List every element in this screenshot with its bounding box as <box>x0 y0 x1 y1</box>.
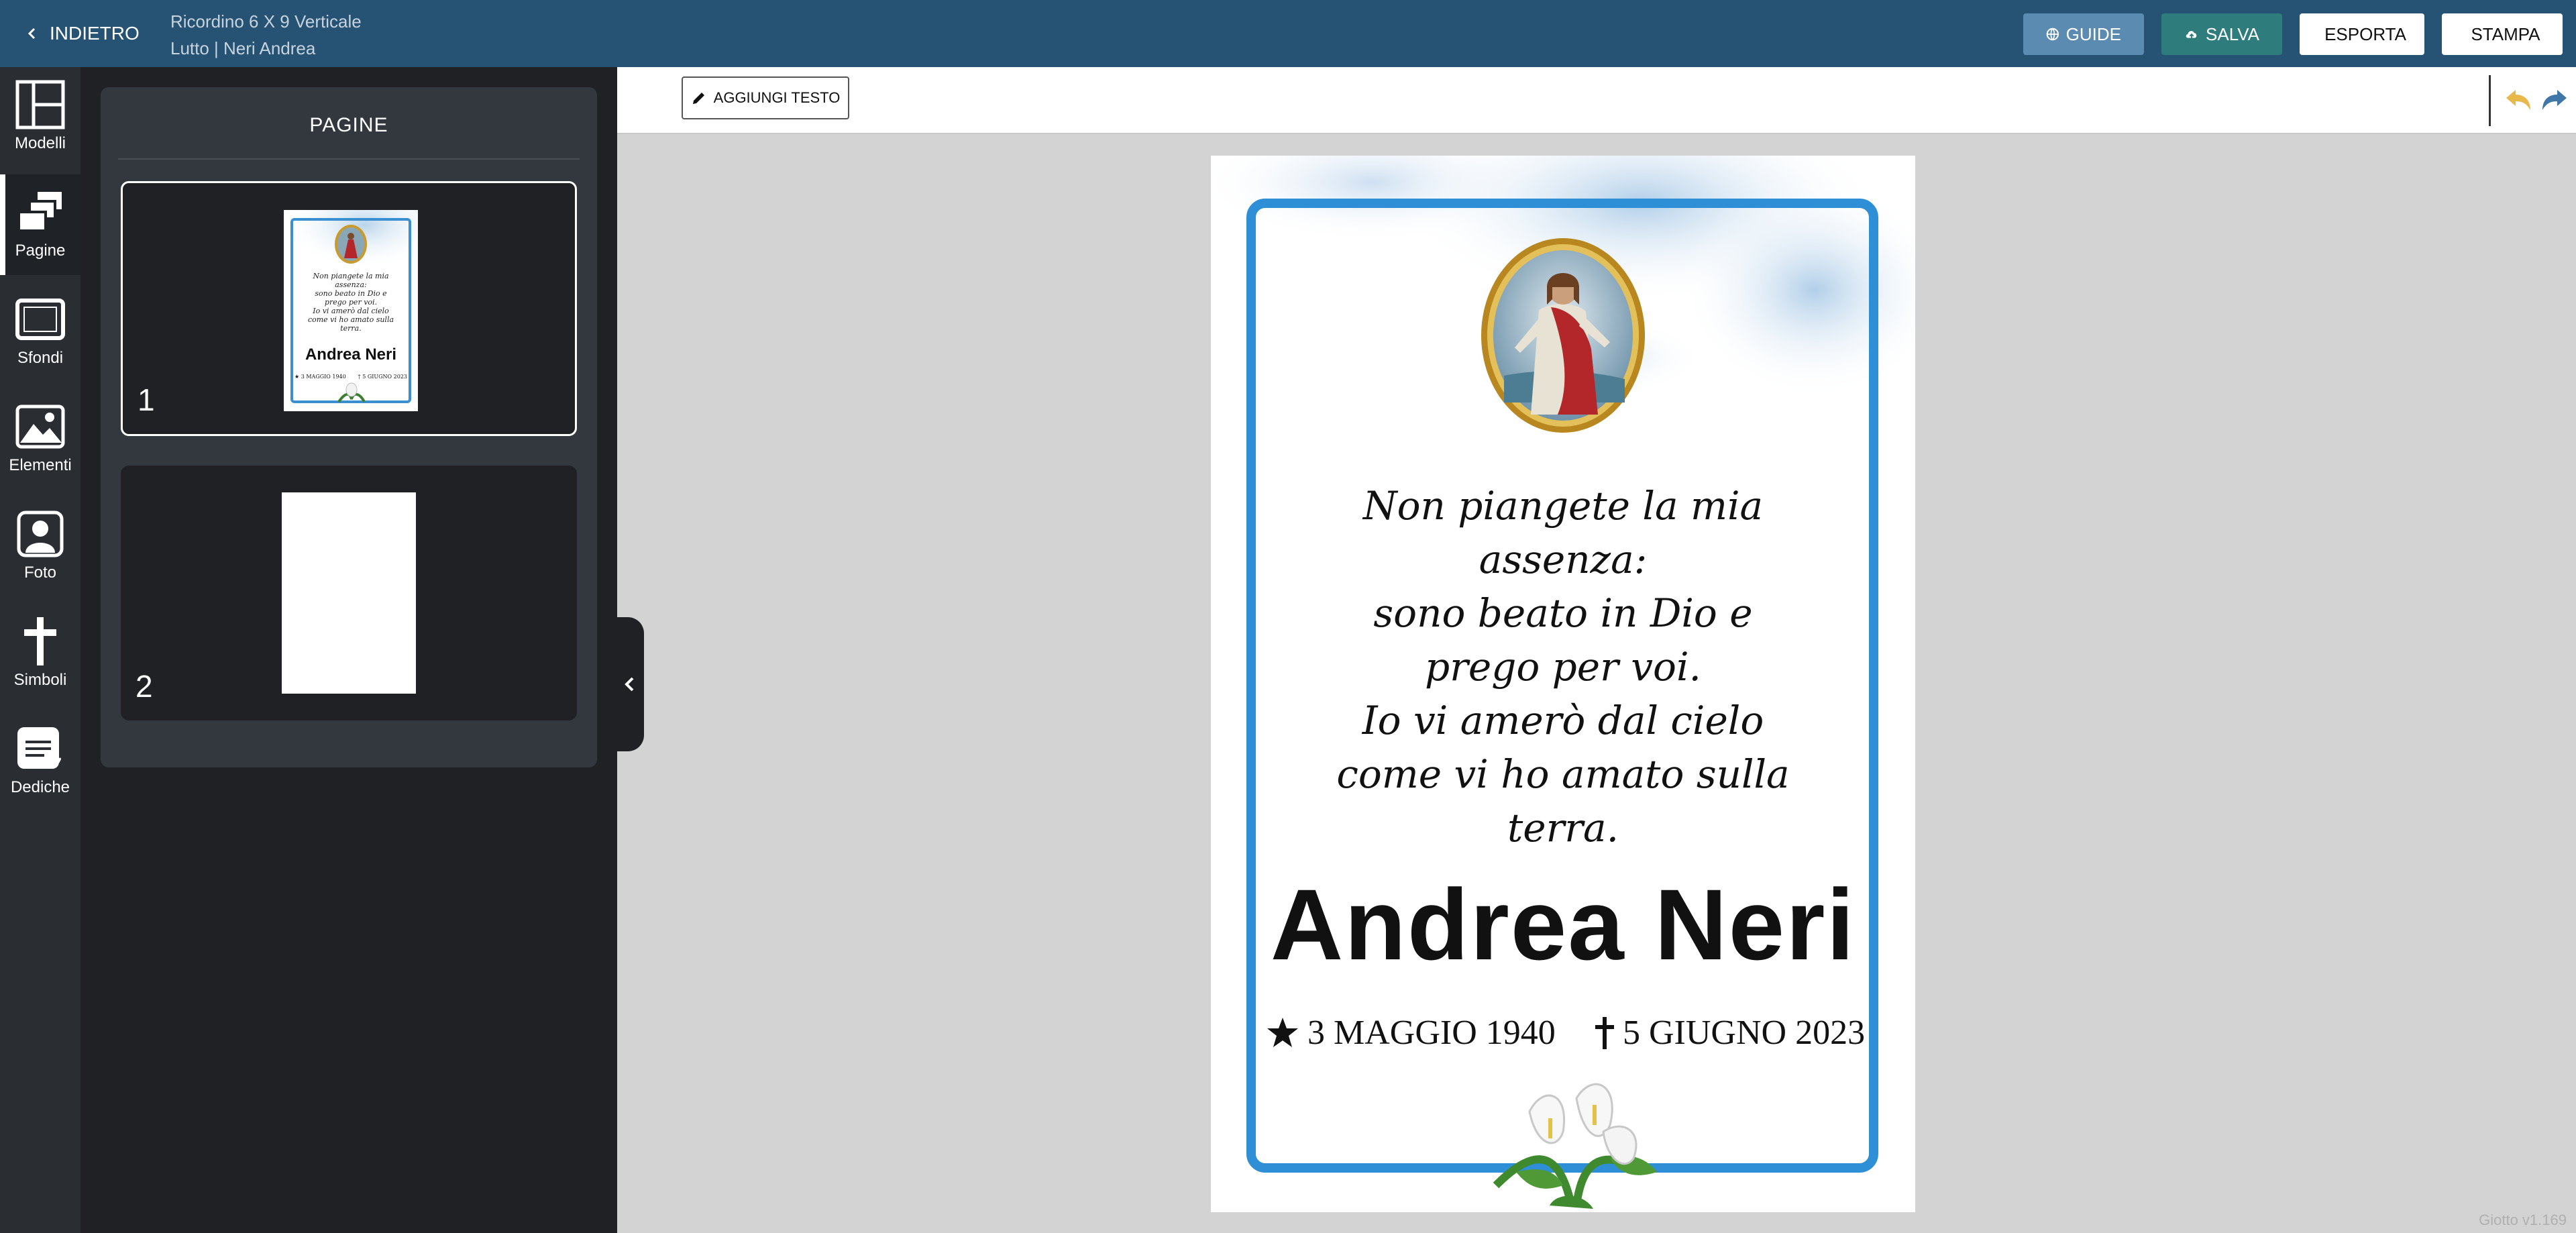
print-label: STAMPA <box>2471 23 2540 44</box>
star-icon <box>1267 1017 1298 1047</box>
rail-item-foto[interactable]: Foto <box>0 496 80 597</box>
verse-line: assenza: <box>1479 537 1648 582</box>
rail-label: Simboli <box>13 671 67 689</box>
version-label: Giotto v1.169 <box>2479 1212 2567 1228</box>
add-text-label: AGGIUNGI TESTO <box>713 89 841 106</box>
page-preview <box>282 492 416 694</box>
backgrounds-icon <box>15 299 65 340</box>
document-title: Ricordino 6 X 9 Verticale <box>170 11 362 32</box>
jesus-portrait[interactable] <box>1477 235 1649 436</box>
cloud-upload-icon <box>2186 31 2197 40</box>
toolbar-divider <box>2489 75 2491 126</box>
dedication-text[interactable]: Non piangete la mia assenza: sono beato … <box>1332 479 1794 855</box>
rail-item-pagine[interactable]: Pagine <box>0 174 80 275</box>
collapse-panel-button[interactable] <box>616 617 644 751</box>
page-number: 2 <box>136 669 153 704</box>
svg-text:”: ” <box>52 755 63 774</box>
document-info: Ricordino 6 X 9 Verticale Lutto | Neri A… <box>170 8 362 62</box>
cross-icon <box>24 617 56 665</box>
verse-line: Non piangete la mia <box>1362 483 1764 529</box>
panel-title: PAGINE <box>309 114 388 136</box>
export-button[interactable]: ESPORTA <box>2300 13 2424 55</box>
rail-label: Sfondi <box>17 349 64 367</box>
rail-label: Modelli <box>14 134 66 152</box>
jesus-portrait <box>335 225 367 264</box>
rail-item-modelli[interactable]: Modelli <box>0 67 80 168</box>
verse-line: Io vi amerò dal cielo <box>1362 698 1764 743</box>
rail-label: Pagine <box>15 242 66 260</box>
verse-line: terra. <box>1507 805 1619 851</box>
death-date[interactable]: 5 GIUGNO 2023 <box>1593 1013 1865 1053</box>
birth-date-text: 3 MAGGIO 1940 <box>1307 1014 1556 1052</box>
top-bar: INDIETRO Ricordino 6 X 9 Verticale Lutto… <box>0 0 2576 67</box>
thumb-name: Andrea Neri <box>305 345 397 364</box>
verse-line: prego per voi. <box>1425 644 1701 690</box>
pages-icon <box>17 192 62 232</box>
back-button[interactable]: INDIETRO <box>25 20 140 47</box>
undo-icon[interactable] <box>2504 86 2533 115</box>
guide-label: GUIDE <box>2065 23 2121 44</box>
divider <box>118 158 580 160</box>
save-button[interactable]: SALVA <box>2161 13 2282 55</box>
rail-label: Elementi <box>9 456 72 474</box>
death-date-text: 5 GIUGNO 2023 <box>1623 1014 1866 1052</box>
pages-panel: PAGINE Non piangete la mia assenza: sono… <box>101 87 597 767</box>
thumb-verse: Non piangete la mia assenza: sono beato … <box>307 272 394 333</box>
back-label: INDIETRO <box>50 23 140 44</box>
design-canvas-page[interactable]: Non piangete la mia assenza: sono beato … <box>1211 156 1915 1212</box>
person-icon <box>17 511 64 557</box>
chevron-left-icon <box>625 677 634 692</box>
chevron-left-icon <box>28 28 36 40</box>
templates-icon <box>15 80 65 129</box>
image-icon <box>15 405 65 449</box>
guide-button[interactable]: GUIDE <box>2023 13 2144 55</box>
rail-label: Dediche <box>10 778 70 796</box>
pencil-icon <box>692 93 704 104</box>
rail-item-sfondi[interactable]: Sfondi <box>0 282 80 382</box>
verse-line: come vi ho amato sulla <box>1336 751 1790 797</box>
page-thumbnail-2[interactable]: 2 <box>121 466 577 720</box>
editor-toolbar: AGGIUNGI TESTO <box>617 67 2576 134</box>
redo-icon[interactable] <box>2540 86 2569 115</box>
export-label: ESPORTA <box>2324 23 2406 44</box>
page-number: 1 <box>138 382 155 417</box>
birth-date[interactable]: 3 MAGGIO 1940 <box>1266 1013 1556 1053</box>
page-thumbnail-1[interactable]: Non piangete la mia assenza: sono beato … <box>121 181 577 436</box>
rail-item-elementi[interactable]: Elementi <box>0 389 80 490</box>
tool-rail: Modelli Pagine Sfondi Elementi Foto Simb… <box>0 67 80 1233</box>
rail-label: Foto <box>23 564 57 582</box>
top-actions: GUIDE SALVA ESPORTA STAMPA <box>2023 13 2563 55</box>
add-text-button[interactable]: AGGIUNGI TESTO <box>682 76 849 119</box>
rail-item-dediche[interactable]: ” Dediche <box>0 711 80 812</box>
thumb-dates: ★ 3 MAGGIO 1940 † 5 GIUGNO 2023 <box>294 374 407 380</box>
deceased-name[interactable]: Andrea Neri <box>1211 867 1915 983</box>
verse-line: sono beato in Dio e <box>1373 590 1753 636</box>
document-subtitle: Lutto | Neri Andrea <box>170 38 316 58</box>
rail-item-simboli[interactable]: Simboli <box>0 604 80 704</box>
quote-icon: ” <box>17 727 63 774</box>
globe-icon <box>2046 28 2059 41</box>
save-label: SALVA <box>2206 23 2259 44</box>
print-button[interactable]: STAMPA <box>2442 13 2563 55</box>
cross-icon <box>1595 1016 1614 1049</box>
lily-flowers[interactable] <box>1476 1071 1670 1212</box>
lily-flowers <box>337 382 366 403</box>
page-preview: Non piangete la mia assenza: sono beato … <box>284 210 418 411</box>
